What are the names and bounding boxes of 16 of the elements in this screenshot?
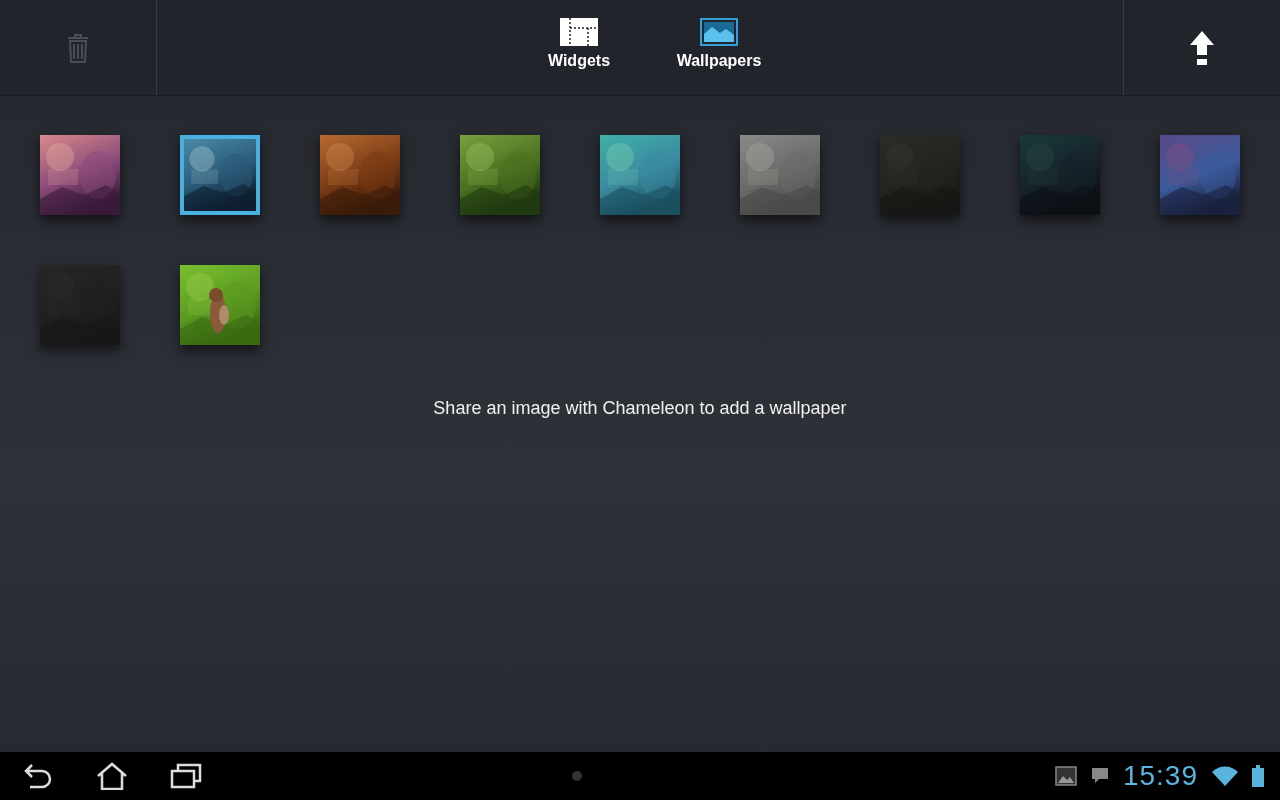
upload-arrow-icon[interactable] — [1190, 30, 1214, 65]
image-notification-icon[interactable] — [1054, 766, 1077, 786]
battery-icon — [1252, 765, 1264, 787]
clock-time: 15:39 — [1122, 760, 1198, 792]
selected-thumbnail-frame[interactable] — [180, 135, 260, 215]
tab[interactable]: Widgets — [529, 0, 629, 95]
page-dot-icon — [572, 771, 582, 781]
message-icon[interactable] — [1090, 767, 1109, 785]
hint-text: Share an image with Chameleon to add a wallpaper — [433, 398, 847, 418]
wifi-icon — [1212, 766, 1238, 786]
widgets-grid-icon — [560, 18, 598, 46]
landscape-icon — [700, 18, 738, 46]
tab[interactable]: Wallpapers — [669, 0, 769, 95]
recent-apps-icon[interactable] — [170, 763, 202, 789]
home-icon[interactable] — [96, 762, 128, 790]
back-icon[interactable] — [22, 763, 54, 789]
